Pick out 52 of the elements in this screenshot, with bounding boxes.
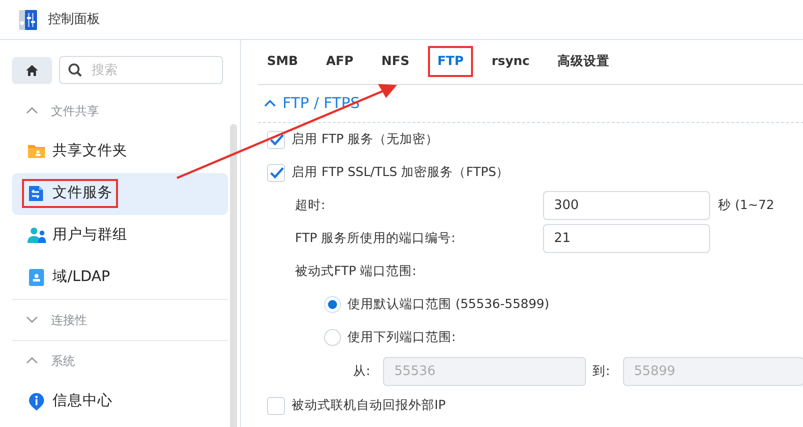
checkbox-label: 被动式联机自动回报外部IP xyxy=(292,396,446,414)
field-label: 到: xyxy=(592,362,610,380)
field-label: 超时: xyxy=(294,196,326,214)
tab[interactable]: NFS xyxy=(372,46,418,77)
tab[interactable]: FTP xyxy=(428,46,473,77)
item-label: 信息中心 xyxy=(52,392,112,411)
input-field[interactable]: 300 xyxy=(543,191,710,220)
input-field[interactable]: 21 xyxy=(543,224,710,253)
sidebar-item[interactable]: 共享文件夹 xyxy=(12,130,228,172)
radio-label: 使用默认端口范围 (55536-55899) xyxy=(348,295,550,314)
home-icon xyxy=(25,64,39,76)
chevron-down-icon[interactable] xyxy=(26,315,38,324)
home-button[interactable] xyxy=(12,56,52,84)
sidebar-item[interactable]: 文件服务 xyxy=(12,172,228,214)
app-icon xyxy=(18,8,38,30)
users-icon xyxy=(27,226,46,245)
tab[interactable]: AFP xyxy=(316,46,362,77)
tab[interactable]: rsync xyxy=(482,46,539,77)
chevron-up-icon[interactable] xyxy=(264,99,276,108)
tab[interactable]: 高级设置 xyxy=(548,46,619,77)
tab[interactable]: SMB xyxy=(258,46,307,77)
chevron-up-icon[interactable] xyxy=(26,356,38,365)
checkbox-label: 启用 FTP 服务（无加密） xyxy=(292,130,439,148)
contact-card-icon xyxy=(27,268,46,287)
item-label: 文件服务 xyxy=(52,184,112,203)
file-transfer-icon xyxy=(27,184,46,203)
search-field[interactable]: 搜索 xyxy=(58,56,222,84)
radio-label: 使用下列端口范围: xyxy=(348,328,456,346)
unit-label: 秒 (1~72 xyxy=(718,196,774,214)
info-icon xyxy=(27,392,46,411)
radio-button[interactable] xyxy=(324,296,341,313)
chevron-up-icon[interactable] xyxy=(26,106,38,115)
sidebar-item[interactable]: 用户与群组 xyxy=(12,214,228,256)
field-label: 被动式FTP 端口范围: xyxy=(294,262,418,280)
section-title: 文件共享 xyxy=(51,102,99,120)
section-title: 连接性 xyxy=(51,312,87,328)
field-label: FTP 服务所使用的端口编号: xyxy=(294,229,456,248)
folder-icon xyxy=(27,142,46,161)
section-title: 系统 xyxy=(51,352,75,370)
scrollbar[interactable] xyxy=(230,124,237,427)
sidebar-item[interactable]: 信息中心 xyxy=(12,380,228,422)
item-label: 域/LDAP xyxy=(52,268,110,287)
item-label: 共享文件夹 xyxy=(52,142,128,161)
sidebar-item[interactable]: 域/LDAP xyxy=(12,256,228,298)
item-label: 用户与群组 xyxy=(52,226,128,245)
field-label: 从: xyxy=(353,362,370,380)
search-icon xyxy=(68,63,82,77)
checkbox[interactable] xyxy=(267,396,285,414)
checkbox[interactable] xyxy=(267,164,285,182)
checkbox-label: 启用 FTP SSL/TLS 加密服务（FTPS） xyxy=(292,163,510,182)
radio-button[interactable] xyxy=(324,329,341,346)
window-title: 控制面板 xyxy=(48,10,100,29)
